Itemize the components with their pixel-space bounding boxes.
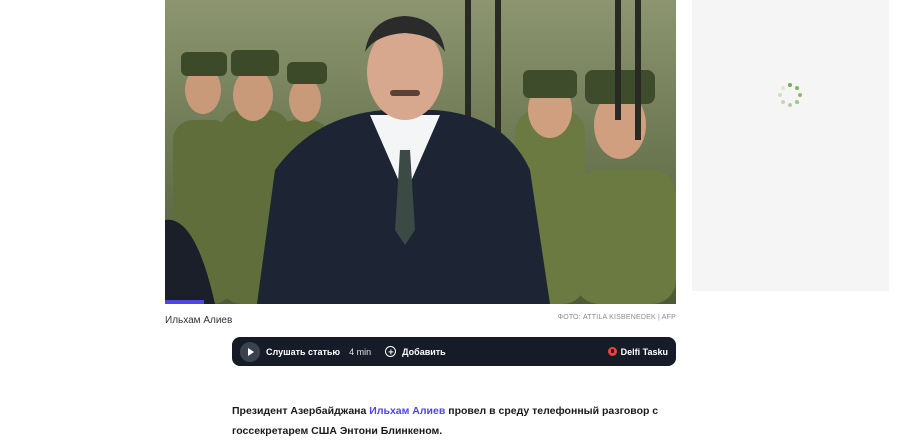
delfi-logo-icon: [607, 347, 617, 356]
sidebar-ad-placeholder: [692, 0, 889, 291]
image-caption: Ильхам Алиев: [165, 315, 233, 326]
plus-circle-icon: [385, 346, 397, 357]
article-intro: Президент Азербайджана Ильхам Алиев пров…: [232, 401, 676, 441]
media-progress-bar: [165, 300, 205, 304]
loading-spinner-icon: [778, 83, 802, 107]
photo-credit: ФОТО: ATTILA KISBENEDEK | AFP: [557, 314, 676, 321]
person-link[interactable]: Ильхам Алиев: [369, 405, 445, 417]
duration-label: 4 min: [349, 346, 372, 357]
play-icon[interactable]: [240, 341, 260, 362]
photo-illustration: [165, 0, 676, 304]
add-label: Добавить: [402, 346, 446, 357]
brand-label: Delfi Tasku: [620, 346, 668, 357]
intro-text-before: Президент Азербайджана: [232, 405, 370, 417]
audio-player-bar: Слушать статью 4 min Добавить Delfi Task…: [232, 337, 676, 366]
listen-article-button[interactable]: Слушать статью: [266, 347, 340, 357]
article-hero-image: [165, 0, 676, 304]
add-button[interactable]: Добавить: [385, 346, 446, 357]
delfi-tasku-link[interactable]: Delfi Tasku: [607, 346, 668, 357]
